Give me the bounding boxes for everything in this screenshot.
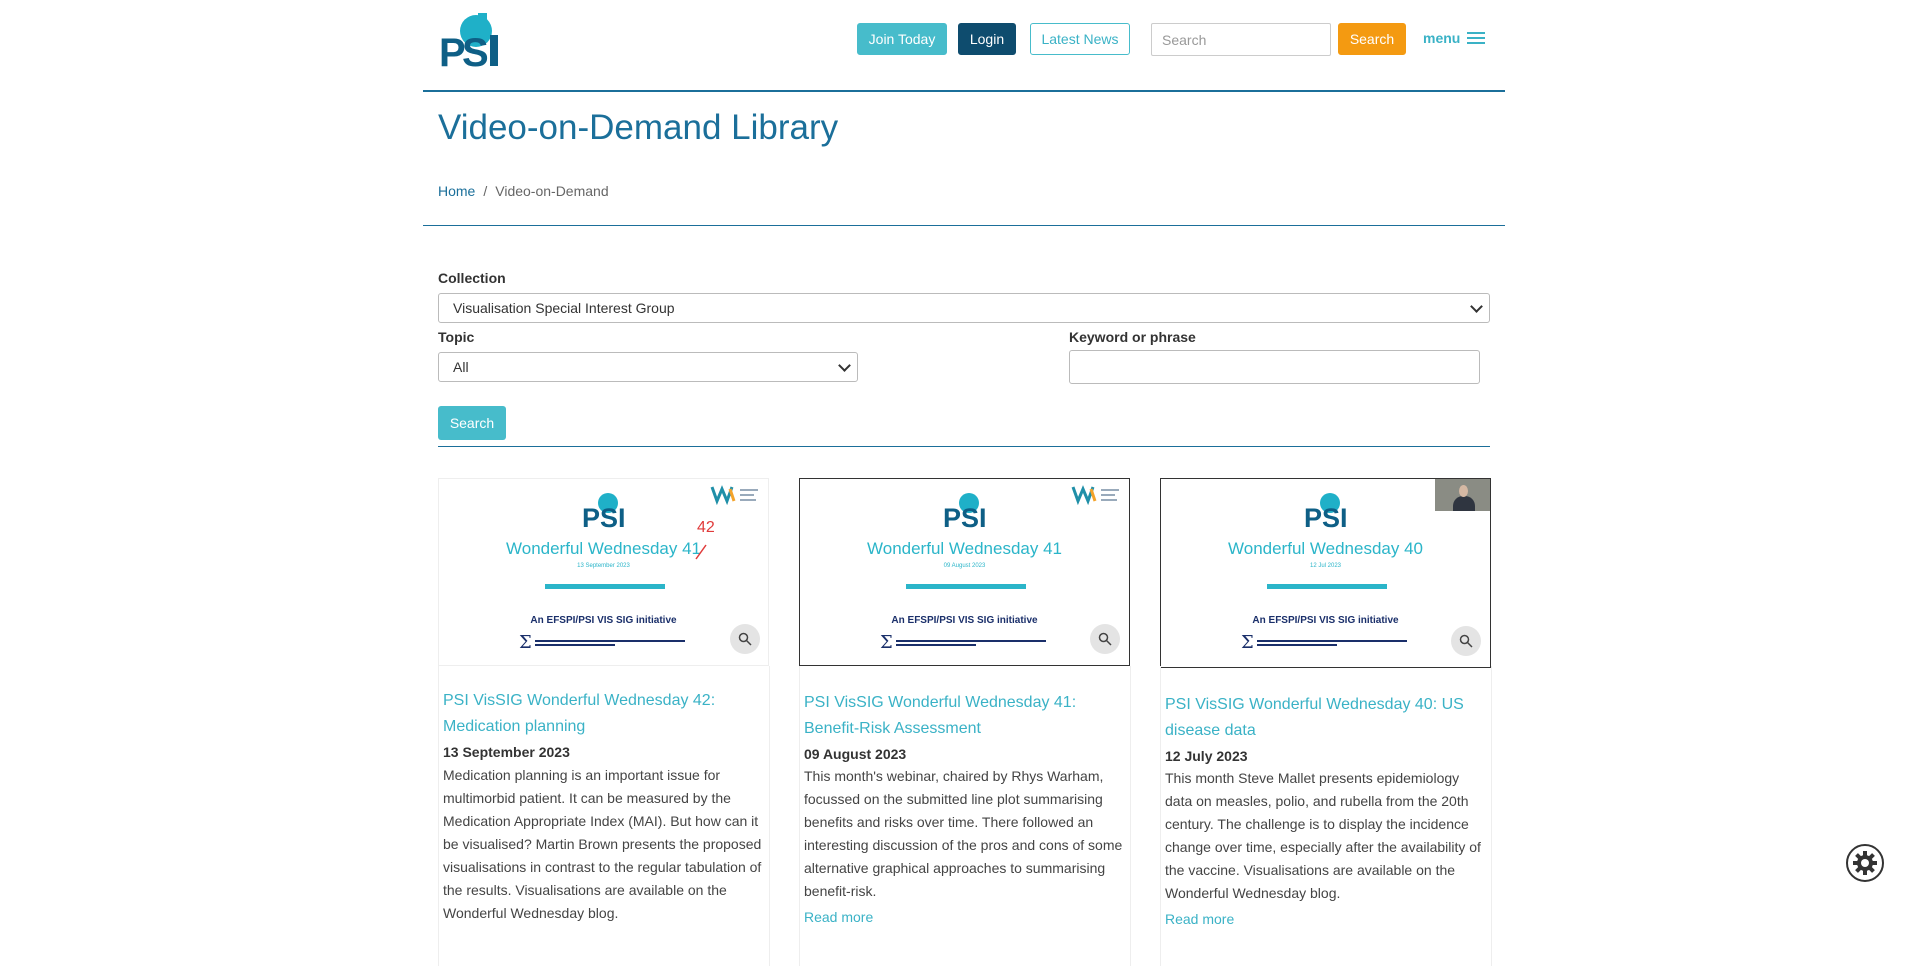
efspi-logo: Σ <box>880 632 1046 653</box>
breadcrumb: Home / Video-on-Demand <box>438 183 609 199</box>
correction-strike <box>695 544 707 560</box>
breadcrumb-home-link[interactable]: Home <box>438 183 475 199</box>
card-description: This month Steve Mallet presents epidemi… <box>1165 770 1481 901</box>
card-border <box>769 666 770 966</box>
collection-select[interactable]: Visualisation Special Interest Group <box>438 293 1490 323</box>
keyword-input[interactable] <box>1069 350 1480 384</box>
card-border <box>1160 666 1161 966</box>
join-today-button[interactable]: Join Today <box>857 23 947 55</box>
thumbnail-title: Wonderful Wednesday 40 <box>1228 539 1423 558</box>
thumbnail-correction: 42 <box>697 519 715 536</box>
svg-text:PSI: PSI <box>582 503 626 529</box>
card-date: 12 July 2023 <box>1165 748 1248 764</box>
video-thumbnail[interactable]: PSI Wonderful Wednesday 41 09 August 202… <box>799 478 1130 666</box>
video-thumbnail[interactable]: PSI Wonderful Wednesday 40 12 Jul 2023 A… <box>1160 478 1491 668</box>
hamburger-icon <box>1467 31 1486 45</box>
chevron-down-icon <box>838 359 851 372</box>
read-more-link[interactable]: Read more <box>804 909 873 925</box>
card-border <box>799 666 800 966</box>
zoom-button[interactable] <box>1090 624 1120 654</box>
svg-text:PSI: PSI <box>1304 503 1348 529</box>
login-button[interactable]: Login <box>958 23 1016 55</box>
zoom-button[interactable] <box>1451 626 1481 656</box>
magnifier-icon <box>738 632 752 646</box>
thumbnail-date: 12 Jul 2023 <box>1309 563 1342 569</box>
thumbnail-subtitle: An EFSPI/PSI VIS SIG initiative <box>530 615 677 626</box>
page-title: Video-on-Demand Library <box>438 108 839 147</box>
thumbnail-date: 13 September 2023 <box>577 563 630 569</box>
magnifier-icon <box>1459 634 1473 648</box>
breadcrumb-current: Video-on-Demand <box>495 183 609 199</box>
collection-label: Collection <box>438 270 506 286</box>
divider <box>438 446 1490 447</box>
card-date: 09 August 2023 <box>804 746 907 762</box>
card-title-link[interactable]: PSI VisSIG Wonderful Wednesday 41: Benef… <box>804 690 1124 742</box>
card-title-link[interactable]: PSI VisSIG Wonderful Wednesday 40: US di… <box>1165 692 1485 744</box>
thumbnail-bar <box>545 584 665 589</box>
psi-logo: PSI <box>582 493 626 529</box>
efspi-logo: Σ <box>519 632 685 653</box>
main-container: P S Join Today Login Latest News Search … <box>423 0 1505 226</box>
thumbnail-title: Wonderful Wednesday 41 <box>867 539 1062 558</box>
thumbnail-title-text: Wonderful Wednesday 41 <box>506 539 701 558</box>
keyword-label: Keyword or phrase <box>1069 329 1196 345</box>
card-date: 13 September 2023 <box>443 744 570 760</box>
svg-text:PSI: PSI <box>943 503 987 529</box>
header-search-button[interactable]: Search <box>1338 23 1406 55</box>
header-search-input[interactable] <box>1151 23 1331 56</box>
thumbnail-subtitle: An EFSPI/PSI VIS SIG initiative <box>891 615 1038 626</box>
card-border <box>1491 666 1492 966</box>
topic-label: Topic <box>438 329 475 345</box>
video-card: PSI Wonderful Wednesday 41 09 August 202… <box>799 478 1130 925</box>
card-border <box>1130 666 1131 966</box>
video-card: PSI Wonderful Wednesday 40 12 Jul 2023 A… <box>1160 478 1491 927</box>
card-border <box>438 666 439 966</box>
magnifier-icon <box>1098 632 1112 646</box>
psi-logo[interactable]: P S <box>438 11 500 69</box>
wonderful-wednesday-logo <box>1071 485 1119 505</box>
svg-text:S: S <box>462 31 489 69</box>
collection-selected-value: Visualisation Special Interest Group <box>453 300 675 316</box>
efspi-logo: Σ <box>1241 632 1407 653</box>
thumbnail-date: 09 August 2023 <box>943 563 986 569</box>
video-thumbnail[interactable]: PSI Wonderful Wednesday 41 42 13 Septemb… <box>438 478 769 666</box>
psi-logo: PSI <box>1304 493 1348 529</box>
thumbnail-bar <box>1267 584 1387 589</box>
thumbnail-bar <box>906 584 1026 589</box>
title-block: Video-on-Demand Library Home / Video-on-… <box>423 92 1505 226</box>
wonderful-wednesday-logo <box>710 485 758 505</box>
topic-select[interactable]: All <box>438 352 858 382</box>
breadcrumb-separator: / <box>483 183 488 199</box>
chevron-down-icon <box>1470 300 1483 313</box>
page: P S Join Today Login Latest News Search … <box>0 0 1918 966</box>
video-card: PSI Wonderful Wednesday 41 42 13 Septemb… <box>438 478 769 921</box>
psi-logo: PSI <box>943 493 987 529</box>
speaker-video-inset <box>1435 479 1490 511</box>
card-description: Medication planning is an important issu… <box>443 767 762 921</box>
filter-search-button[interactable]: Search <box>438 406 506 440</box>
thumbnail-subtitle: An EFSPI/PSI VIS SIG initiative <box>1252 615 1399 626</box>
read-more-link[interactable]: Read more <box>1165 911 1234 927</box>
settings-button[interactable] <box>1846 844 1884 882</box>
thumbnail-title: Wonderful Wednesday 41 <box>439 539 768 559</box>
topic-selected-value: All <box>453 359 469 375</box>
menu-label: menu <box>1423 30 1461 46</box>
card-description: This month's webinar, chaired by Rhys Wa… <box>804 768 1123 899</box>
card-title-link[interactable]: PSI VisSIG Wonderful Wednesday 42: Medic… <box>443 688 763 740</box>
menu-button[interactable]: menu <box>1423 30 1486 46</box>
latest-news-button[interactable]: Latest News <box>1030 23 1130 55</box>
site-header: P S Join Today Login Latest News Search … <box>423 0 1505 92</box>
gear-icon <box>1853 851 1877 875</box>
zoom-button[interactable] <box>730 624 760 654</box>
